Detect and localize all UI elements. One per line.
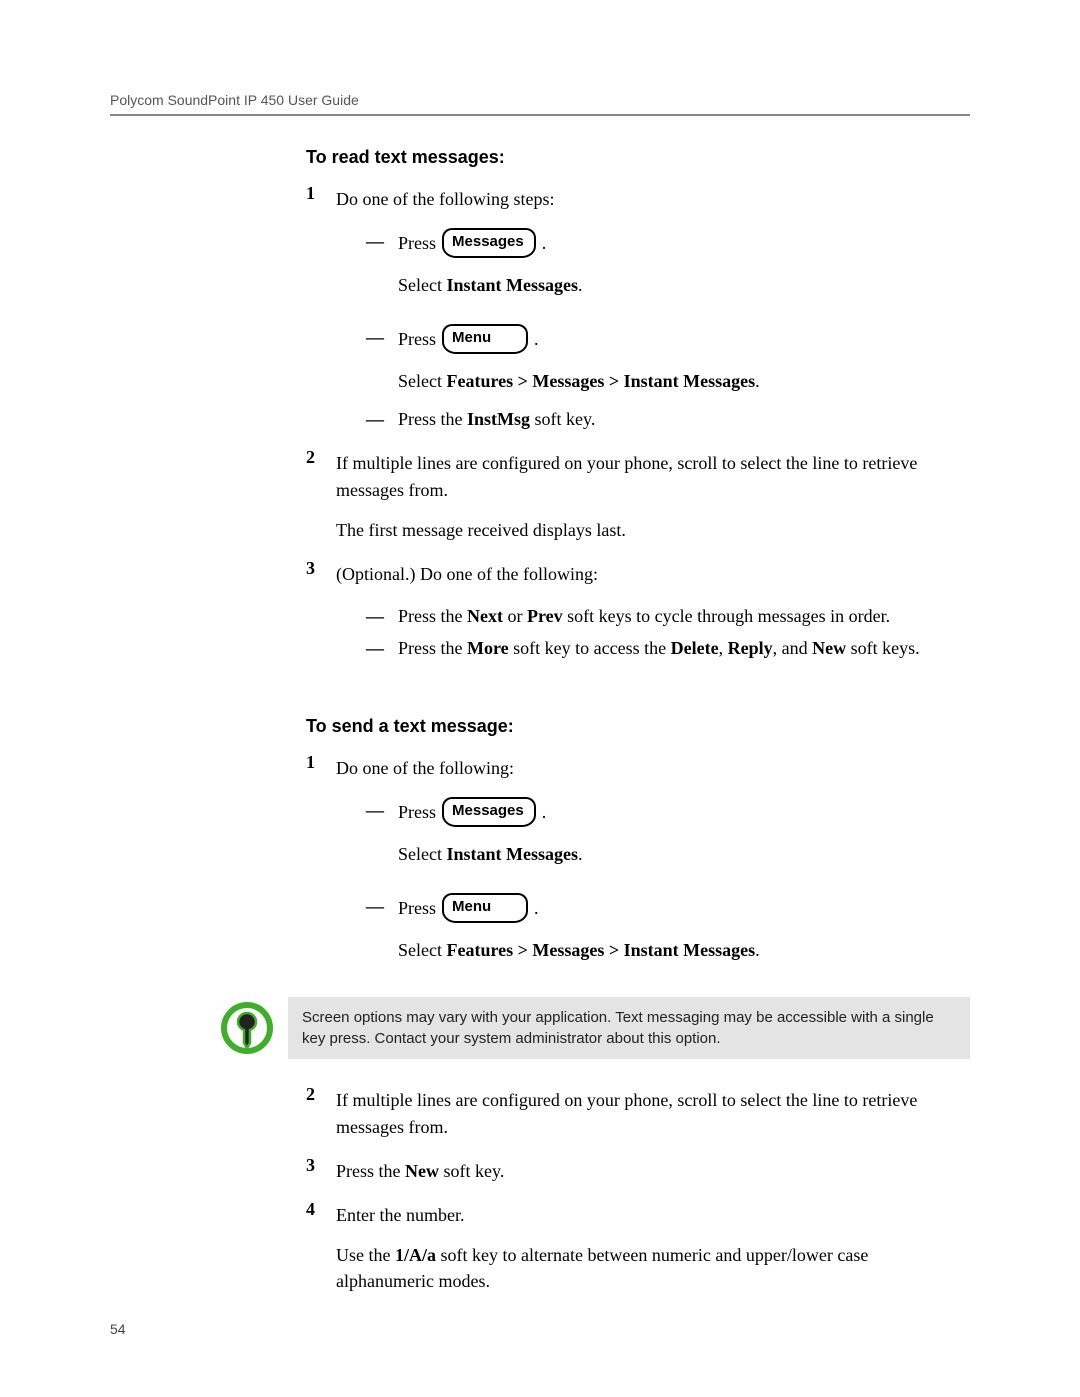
period: . xyxy=(542,230,547,256)
dash-icon: — xyxy=(366,406,384,432)
button-label: Menu xyxy=(452,327,491,349)
period: . xyxy=(534,326,539,352)
dash-icon: — xyxy=(366,635,384,661)
softkey-name: InstMsg xyxy=(467,409,530,429)
step-number: 4 xyxy=(306,1196,324,1300)
read-step-2: 2 If multiple lines are configured on yo… xyxy=(306,444,970,548)
send-step-3: 3 Press the New soft key. xyxy=(306,1152,970,1190)
period: . xyxy=(542,799,547,825)
step-number: 2 xyxy=(306,444,324,548)
step-text: Enter the number. xyxy=(336,1202,970,1228)
subitem: — Press Messages . Sel xyxy=(366,797,970,873)
page-number: 54 xyxy=(110,1321,126,1337)
dash-icon: — xyxy=(366,324,384,350)
step-text: If multiple lines are configured on your… xyxy=(336,450,970,502)
send-step-4: 4 Enter the number. Use the 1/A/a soft k… xyxy=(306,1196,970,1300)
read-steps: 1 Do one of the following steps: — Press xyxy=(306,180,970,667)
subitem: — Press Menu . Select xyxy=(366,893,970,969)
select-target: Features > Messages > Instant Messages xyxy=(446,371,755,391)
press-label: Press xyxy=(398,326,436,352)
send-step-2: 2 If multiple lines are configured on yo… xyxy=(306,1081,970,1145)
step-text: (Optional.) Do one of the following: xyxy=(336,561,970,587)
send-steps-cont: 2 If multiple lines are configured on yo… xyxy=(306,1081,970,1300)
period: . xyxy=(755,940,760,960)
step-number: 1 xyxy=(306,749,324,975)
select-label: Select xyxy=(398,275,442,295)
select-label: Select xyxy=(398,371,442,391)
select-label: Select xyxy=(398,940,442,960)
subitem: — Press Menu . Select xyxy=(366,324,970,400)
menu-button[interactable]: Menu xyxy=(442,324,528,354)
select-target: Instant Messages xyxy=(446,275,578,295)
period: . xyxy=(578,844,583,864)
running-header: Polycom SoundPoint IP 450 User Guide xyxy=(110,92,970,114)
step-number: 1 xyxy=(306,180,324,438)
press-label: Press xyxy=(398,895,436,921)
section-title-send: To send a text message: xyxy=(306,713,970,739)
press-label: Press xyxy=(398,799,436,825)
period: . xyxy=(755,371,760,391)
dash-icon: — xyxy=(366,893,384,919)
read-step-3: 3 (Optional.) Do one of the following: —… xyxy=(306,555,970,667)
dash-icon: — xyxy=(366,603,384,629)
step-text: Do one of the following steps: xyxy=(336,186,970,212)
subitem: — Press the More soft key to access the … xyxy=(366,635,970,661)
text: Press the xyxy=(398,409,467,429)
messages-button[interactable]: Messages xyxy=(442,228,536,258)
subitem: — Press Messages . Sel xyxy=(366,228,970,304)
step-text: Do one of the following: xyxy=(336,755,970,781)
button-label: Messages xyxy=(452,231,524,253)
press-label: Press xyxy=(398,230,436,256)
step-number: 2 xyxy=(306,1081,324,1145)
content-area: To read text messages: 1 Do one of the f… xyxy=(306,144,970,1300)
text: soft key. xyxy=(530,409,595,429)
pin-icon xyxy=(220,1001,274,1055)
select-target: Features > Messages > Instant Messages xyxy=(446,940,755,960)
button-label: Menu xyxy=(452,896,491,918)
header-rule xyxy=(110,114,970,116)
dash-icon: — xyxy=(366,228,384,254)
button-label: Messages xyxy=(452,800,524,822)
messages-button[interactable]: Messages xyxy=(442,797,536,827)
step-number: 3 xyxy=(306,555,324,667)
menu-button[interactable]: Menu xyxy=(442,893,528,923)
step-text: The first message received displays last… xyxy=(336,517,970,543)
send-step-1: 1 Do one of the following: — Press Messa… xyxy=(306,749,970,975)
note: Screen options may vary with your applic… xyxy=(220,997,970,1059)
section-title-read: To read text messages: xyxy=(306,144,970,170)
subitem: — Press the Next or Prev soft keys to cy… xyxy=(366,603,970,629)
subitem: — Press the InstMsg soft key. xyxy=(366,406,970,432)
step-number: 3 xyxy=(306,1152,324,1190)
page: Polycom SoundPoint IP 450 User Guide To … xyxy=(0,0,1080,1397)
note-text: Screen options may vary with your applic… xyxy=(288,997,970,1059)
step-text: If multiple lines are configured on your… xyxy=(336,1087,970,1139)
send-steps: 1 Do one of the following: — Press Messa… xyxy=(306,749,970,975)
select-label: Select xyxy=(398,844,442,864)
select-target: Instant Messages xyxy=(446,844,578,864)
period: . xyxy=(534,895,539,921)
dash-icon: — xyxy=(366,797,384,823)
period: . xyxy=(578,275,583,295)
read-step-1: 1 Do one of the following steps: — Press xyxy=(306,180,970,438)
